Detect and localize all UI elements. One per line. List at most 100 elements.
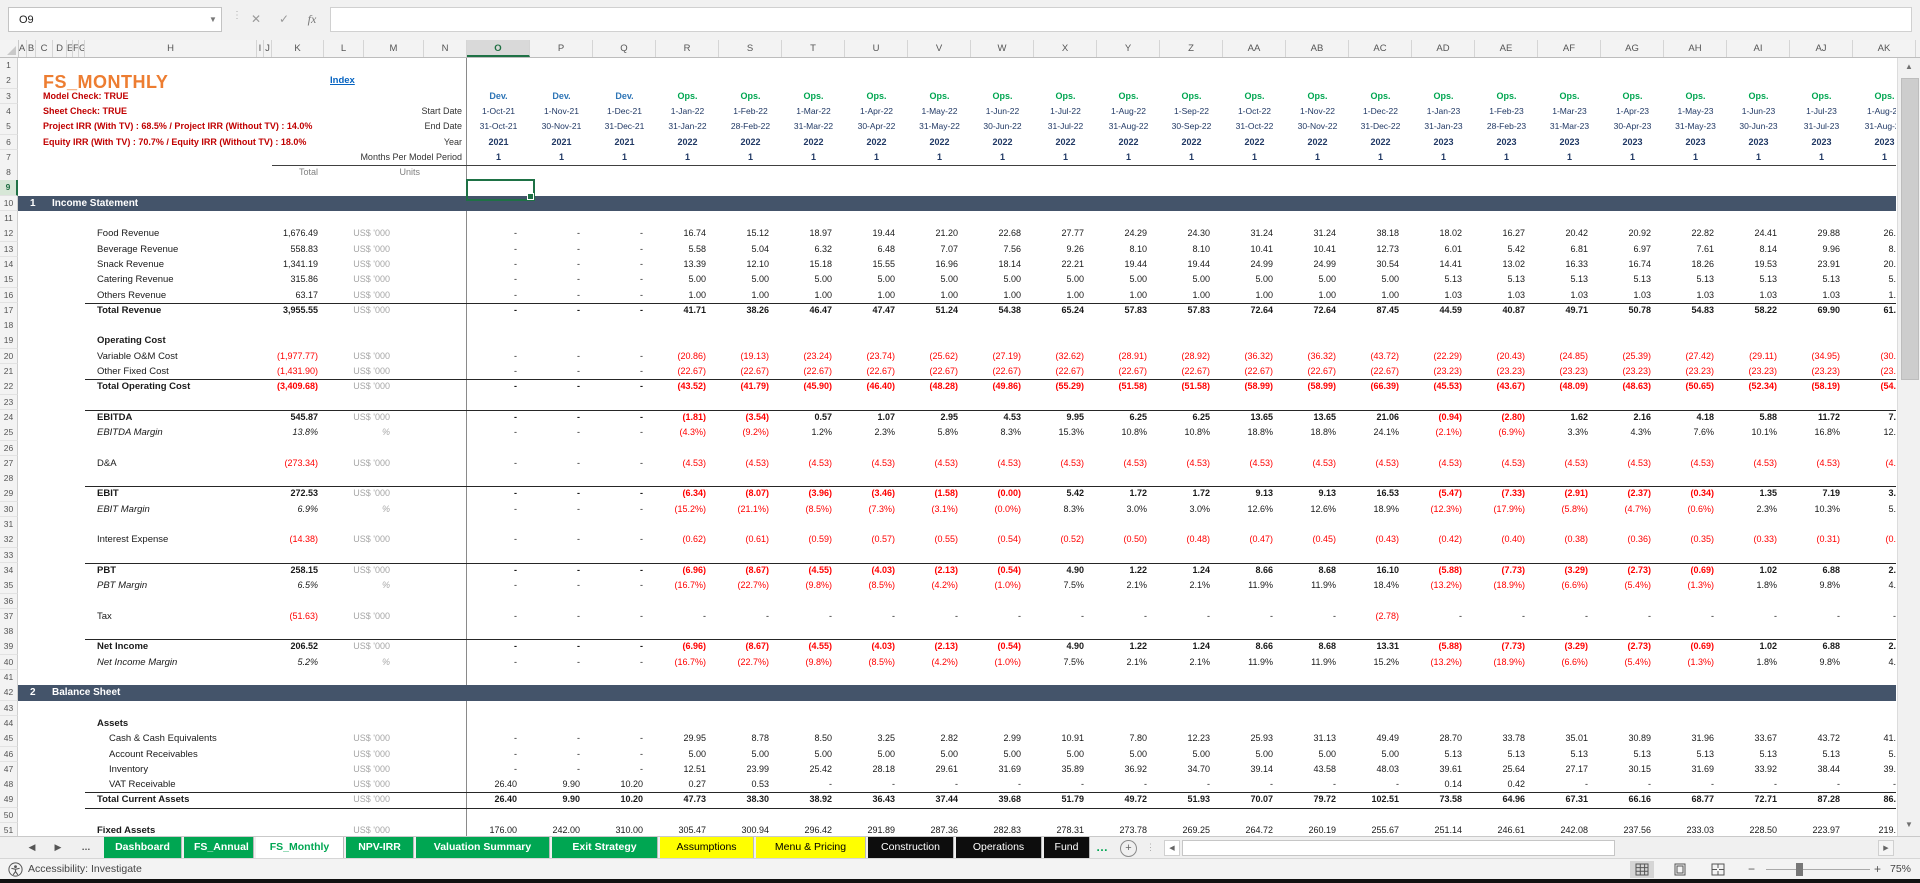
cell-T27[interactable]: (4.53) <box>782 456 845 471</box>
cell-Q46[interactable]: - <box>593 747 656 762</box>
col-W-end-date[interactable]: 30-Jun-22 <box>971 119 1034 134</box>
cell-Y20[interactable]: (28.91) <box>1097 349 1160 364</box>
cell-AA46[interactable]: 5.00 <box>1223 747 1286 762</box>
cell-AG45[interactable]: 30.89 <box>1601 731 1664 746</box>
vertical-scroll-thumb[interactable] <box>1901 78 1919 380</box>
cell-V45[interactable]: 2.82 <box>908 731 971 746</box>
col-AE-phase[interactable]: Ops. <box>1475 89 1538 104</box>
col-Q-phase[interactable]: Dev. <box>593 89 656 104</box>
cell-Y21[interactable]: (22.67) <box>1097 364 1160 379</box>
cell-AI48[interactable]: - <box>1727 777 1790 792</box>
cell-U15[interactable]: 5.00 <box>845 272 908 287</box>
cell-AI16[interactable]: 1.03 <box>1727 288 1790 303</box>
cell-S25[interactable]: (9.2%) <box>719 425 782 440</box>
cell-R35[interactable]: (16.7%) <box>656 578 719 593</box>
column-header-AE[interactable]: AE <box>1475 40 1538 57</box>
col-T-end-date[interactable]: 31-Mar-22 <box>782 119 845 134</box>
col-S-year[interactable]: 2022 <box>719 135 782 150</box>
row-header-46[interactable]: 46 <box>0 746 18 763</box>
cell-R47[interactable]: 12.51 <box>656 762 719 777</box>
cell-U29[interactable]: (3.46) <box>845 486 908 501</box>
cell-X45[interactable]: 10.91 <box>1034 731 1097 746</box>
cell-V25[interactable]: 5.8% <box>908 425 971 440</box>
col-AH-end-date[interactable]: 31-May-23 <box>1664 119 1727 134</box>
cell-U30[interactable]: (7.3%) <box>845 502 908 517</box>
cell-O22[interactable]: - <box>467 379 530 394</box>
cell-AJ30[interactable]: 10.3% <box>1790 502 1853 517</box>
col-S-months[interactable]: 1 <box>719 150 782 165</box>
col-AE-end-date[interactable]: 28-Feb-23 <box>1475 119 1538 134</box>
cell-U27[interactable]: (4.53) <box>845 456 908 471</box>
cell-AA15[interactable]: 5.00 <box>1223 272 1286 287</box>
col-R-months[interactable]: 1 <box>656 150 719 165</box>
cell-T47[interactable]: 25.42 <box>782 762 845 777</box>
cell-P35[interactable]: - <box>530 578 593 593</box>
cell-AF29[interactable]: (2.91) <box>1538 486 1601 501</box>
cell-R21[interactable]: (22.67) <box>656 364 719 379</box>
cell-AH51[interactable]: 233.03 <box>1664 823 1727 836</box>
cell-AK12[interactable]: 26. <box>1853 226 1896 241</box>
cell-U16[interactable]: 1.00 <box>845 288 908 303</box>
cell-AK37[interactable]: - <box>1853 609 1896 624</box>
cell-AC40[interactable]: 15.2% <box>1349 655 1412 670</box>
tab-dashboard[interactable]: Dashboard <box>104 837 182 858</box>
cell-AA29[interactable]: 9.13 <box>1223 486 1286 501</box>
cell-R46[interactable]: 5.00 <box>656 747 719 762</box>
cell-AA16[interactable]: 1.00 <box>1223 288 1286 303</box>
tab-npv-irr[interactable]: NPV-IRR <box>346 837 414 858</box>
cell-AE25[interactable]: (6.9%) <box>1475 425 1538 440</box>
cell-AD45[interactable]: 28.70 <box>1412 731 1475 746</box>
col-AD-end-date[interactable]: 31-Jan-23 <box>1412 119 1475 134</box>
cell-V27[interactable]: (4.53) <box>908 456 971 471</box>
cell-AI37[interactable]: - <box>1727 609 1790 624</box>
cell-R39[interactable]: (6.96) <box>656 639 719 654</box>
cell-V22[interactable]: (48.28) <box>908 379 971 394</box>
cell-AH35[interactable]: (1.3%) <box>1664 578 1727 593</box>
cell-Y35[interactable]: 2.1% <box>1097 578 1160 593</box>
col-AC-end-date[interactable]: 31-Dec-22 <box>1349 119 1412 134</box>
cell-O13[interactable]: - <box>467 242 530 257</box>
col-AF-phase[interactable]: Ops. <box>1538 89 1601 104</box>
cell-V20[interactable]: (25.62) <box>908 349 971 364</box>
col-S-start-date[interactable]: 1-Feb-22 <box>719 104 782 119</box>
cell-T32[interactable]: (0.59) <box>782 532 845 547</box>
col-U-end-date[interactable]: 30-Apr-22 <box>845 119 908 134</box>
cell-AG51[interactable]: 237.56 <box>1601 823 1664 836</box>
col-X-phase[interactable]: Ops. <box>1034 89 1097 104</box>
col-Z-end-date[interactable]: 30-Sep-22 <box>1160 119 1223 134</box>
cell-AD30[interactable]: (12.3%) <box>1412 502 1475 517</box>
column-header-AA[interactable]: AA <box>1223 40 1286 57</box>
col-AD-months[interactable]: 1 <box>1412 150 1475 165</box>
col-R-phase[interactable]: Ops. <box>656 89 719 104</box>
cell-U21[interactable]: (22.67) <box>845 364 908 379</box>
cell-AH12[interactable]: 22.82 <box>1664 226 1727 241</box>
cell-P12[interactable]: - <box>530 226 593 241</box>
cell-AJ34[interactable]: 6.88 <box>1790 563 1853 578</box>
tabs-overflow-left[interactable]: … <box>76 837 96 858</box>
cell-S29[interactable]: (8.07) <box>719 486 782 501</box>
cell-Q49[interactable]: 10.20 <box>593 792 656 807</box>
cell-O46[interactable]: - <box>467 747 530 762</box>
cell-AB24[interactable]: 13.65 <box>1286 410 1349 425</box>
row-13-total[interactable]: 558.83 <box>218 242 318 257</box>
col-Z-start-date[interactable]: 1-Sep-22 <box>1160 104 1223 119</box>
cell-X46[interactable]: 5.00 <box>1034 747 1097 762</box>
cell-AB48[interactable]: - <box>1286 777 1349 792</box>
cell-Y27[interactable]: (4.53) <box>1097 456 1160 471</box>
cell-AG16[interactable]: 1.03 <box>1601 288 1664 303</box>
cell-W25[interactable]: 8.3% <box>971 425 1034 440</box>
cell-Y37[interactable]: - <box>1097 609 1160 624</box>
cell-AD15[interactable]: 5.13 <box>1412 272 1475 287</box>
cell-AF45[interactable]: 35.01 <box>1538 731 1601 746</box>
cell-V39[interactable]: (2.13) <box>908 639 971 654</box>
cell-AH13[interactable]: 7.61 <box>1664 242 1727 257</box>
col-V-phase[interactable]: Ops. <box>908 89 971 104</box>
cell-AK27[interactable]: (4. <box>1853 456 1896 471</box>
cell-O16[interactable]: - <box>467 288 530 303</box>
col-U-start-date[interactable]: 1-Apr-22 <box>845 104 908 119</box>
col-Q-end-date[interactable]: 31-Dec-21 <box>593 119 656 134</box>
cell-Y34[interactable]: 1.22 <box>1097 563 1160 578</box>
tab-operations[interactable]: Operations <box>956 837 1042 858</box>
cell-AB32[interactable]: (0.45) <box>1286 532 1349 547</box>
row-label-49[interactable]: Total Current Assets <box>97 792 327 807</box>
